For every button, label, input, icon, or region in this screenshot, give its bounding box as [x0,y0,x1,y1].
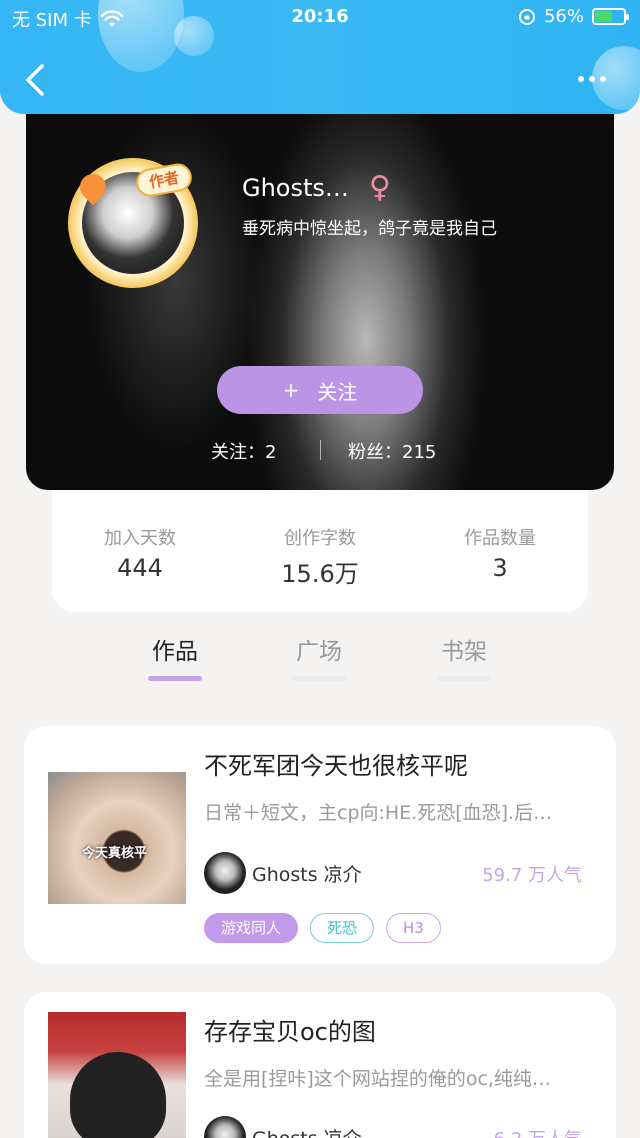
author-avatar [204,852,246,894]
tab-square[interactable]: 广场 [259,632,379,681]
battery-level [595,11,612,22]
more-dots-icon[interactable] [578,72,612,86]
battery-percent: 56% [543,6,584,27]
stat-works-count: 作品数量 3 [412,524,588,582]
back-arrow-icon[interactable] [20,62,52,98]
fans-count[interactable]: 粉丝：215 [348,438,436,464]
work-cover: 今天真核平 [48,772,186,904]
tab-label: 书架 [441,639,487,665]
work-card[interactable]: 今天真核平 不死军团今天也很核平呢 日常＋短文，主cp向:HE.死恐[血恐].后… [24,726,616,964]
tab-indicator [437,676,491,681]
tag[interactable]: 死恐 [310,913,375,943]
following-count[interactable]: 关注：2 [211,438,276,464]
female-gender-icon: ♀ [368,170,391,205]
work-card[interactable]: 存存宝贝oc的图 全是用[捏咔]这个网站捏的俺的oc,纯纯… Ghosts 凉介… [24,992,616,1138]
author-name: Ghosts 凉介 [252,863,362,886]
username: Ghosts… [242,173,349,202]
work-author: Ghosts 凉介 [204,1116,362,1138]
status-bar: 无 SIM 卡 20:16 56% [0,0,640,34]
popularity: 59.7 万人气 [482,865,582,886]
work-description: 全是用[捏咔]这个网站捏的俺的oc,纯纯… [204,1068,551,1090]
follow-label: 关注 [317,379,358,404]
stat-label: 加入天数 [104,528,176,549]
stat-word-count: 创作字数 15.6万 [232,524,408,589]
follow-button[interactable]: + 关注 [217,366,423,414]
battery-icon [592,8,629,25]
tag-list: 游戏同人 死恐 H3 [204,913,441,943]
stat-join-days: 加入天数 444 [52,524,228,582]
divider [320,440,321,460]
tab-works[interactable]: 作品 [115,632,235,681]
stat-value: 15.6万 [281,560,359,588]
popularity: 6.2 万人气 [494,1125,582,1138]
tab-label: 广场 [296,639,342,665]
top-header: 无 SIM 卡 20:16 56% [0,0,640,114]
stat-value: 3 [492,554,508,582]
stat-value: 444 [117,554,163,582]
author-name: Ghosts 凉介 [252,1124,362,1138]
tab-bookshelf[interactable]: 书架 [404,632,524,681]
orientation-lock-icon [518,8,535,25]
tag[interactable]: 游戏同人 [204,913,299,943]
profile-card: 作者 Ghosts… ♀ 垂死病中惊坐起，鸽子竟是我自己 + 关注 关注：2 粉… [26,100,614,490]
tab-bar: 作品 广场 书架 [0,628,640,698]
tab-indicator [148,676,202,681]
signature: 垂死病中惊坐起，鸽子竟是我自己 [242,219,497,239]
cover-caption: 今天真核平 [82,846,148,861]
work-title: 存存宝贝oc的图 [204,1018,376,1046]
work-author: Ghosts 凉介 [204,852,362,894]
work-title: 不死军团今天也很核平呢 [204,752,468,780]
stat-label: 作品数量 [464,528,536,549]
tab-indicator [292,676,346,681]
username-row: Ghosts… ♀ [242,170,391,205]
plus-icon: + [282,378,300,402]
work-description: 日常＋短文，主cp向:HE.死恐[血恐].后… [204,802,553,824]
tag[interactable]: H3 [386,913,441,943]
work-cover [48,1012,186,1138]
tab-label: 作品 [152,639,198,665]
stat-label: 创作字数 [284,528,356,549]
cover-character [70,1052,166,1138]
author-avatar [204,1116,246,1138]
